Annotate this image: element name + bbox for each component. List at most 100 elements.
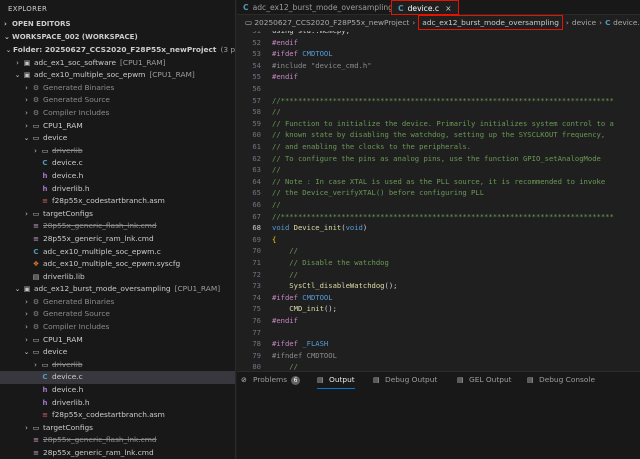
code-line[interactable]: 76 #endif [237, 315, 640, 327]
tree-item[interactable]: › ▭ CPU1_RAM [0, 120, 235, 133]
tree-item[interactable]: › ⚙ Generated Binaries [0, 296, 235, 309]
tree-item[interactable]: › ⚙ Compiler Includes [0, 321, 235, 334]
tree-item[interactable]: ≡ 28p55x_generic_flash_lnk.cmd [0, 220, 235, 233]
tab-gel-output[interactable]: ▤ GEL Output [457, 372, 512, 388]
code-editor[interactable]: 51using std::memcpy;52#endif53#ifdef CMD… [237, 31, 640, 371]
code-line[interactable]: 55 #endif [237, 71, 640, 83]
syscfg-file-icon: ❖ [32, 260, 40, 269]
c-file-icon: C [33, 247, 39, 256]
tree-item[interactable]: Cdevice.c [0, 371, 235, 385]
generated-folder-icon: ⚙ [32, 297, 40, 306]
chevron-down-icon: ⌄ [14, 71, 21, 80]
code-token: // Disable the watchdog [272, 258, 389, 267]
code-line[interactable]: 73 SysCtl_disableWatchdog(); [237, 280, 640, 292]
tree-item[interactable]: › ▭ driverlib [0, 359, 235, 372]
breadcrumb-item-highlighted[interactable]: adc_ex12_burst_mode_oversampling [418, 15, 563, 30]
code-line[interactable]: 77 [237, 327, 640, 339]
tree-item-label: device.h [52, 385, 84, 395]
tree-item[interactable]: ❖ adc_ex10_multiple_soc_epwm.syscfg [0, 258, 235, 271]
code-line[interactable]: 53 #ifdef CMDTOOL [237, 48, 640, 60]
chevron-right-icon: › [25, 310, 28, 319]
code-text: #include "device_cmd.h" [272, 60, 372, 72]
code-line[interactable]: 52 #endif [237, 37, 640, 49]
code-line[interactable]: 64 // Note : In case XTAL is used as the … [237, 176, 640, 188]
tree-item-label: driverlib.lib [43, 271, 85, 281]
tree-item-label: device.c [52, 158, 83, 168]
code-line[interactable]: 57 //************************************… [237, 95, 640, 107]
tab-problems[interactable]: ⊘ Problems 6 [241, 372, 301, 388]
tree-item[interactable]: ⌄ Folder: 20250627_CCS2020_F28P55x_newPro… [0, 44, 235, 57]
code-line[interactable]: 62 // To configure the pins as analog pin… [237, 153, 640, 165]
line-number: 60 [252, 130, 261, 140]
open-editors-section[interactable]: › OPEN EDITORS [0, 18, 235, 31]
tree-item[interactable]: ⌄ ▭ device [0, 346, 235, 359]
c-file-icon: C [42, 159, 48, 168]
tab-device-c[interactable]: Cdevice.c × [391, 0, 459, 15]
tab-debug-output[interactable]: ▤ Debug Output [373, 372, 437, 388]
tree-item[interactable]: ▤ driverlib.lib [0, 271, 235, 284]
chevron-right-icon: › [34, 146, 37, 155]
code-line[interactable]: 71 // Disable the watchdog [237, 257, 640, 269]
tree-item[interactable]: ≡ 28p55x_generic_ram_lnk.cmd [0, 447, 235, 459]
breadcrumb-item[interactable]: device.c [613, 18, 640, 27]
c-file-icon: C [605, 18, 614, 27]
code-line[interactable]: 60 // known state by disabling the watchd… [237, 129, 640, 141]
code-line[interactable]: 66 // [237, 199, 640, 211]
tree-item[interactable]: › ⚙ Generated Source [0, 94, 235, 107]
tree-item[interactable]: › ▭ targetConfigs [0, 422, 235, 435]
tree-item[interactable]: ≡ f28p55x_codestartbranch.asm [0, 409, 235, 422]
code-line[interactable]: 78 #ifdef _FLASH [237, 338, 640, 350]
code-line[interactable]: 58 // [237, 106, 640, 118]
code-line[interactable]: 59 // Function to initialize the device. … [237, 118, 640, 130]
breadcrumb-item[interactable]: device [572, 18, 596, 27]
tree-item[interactable]: h device.h [0, 170, 235, 183]
workspace-section[interactable]: ⌄ WORKSPACE_002 (WORKSPACE) [0, 31, 235, 44]
breadcrumb-item[interactable]: 20250627_CCS2020_F28P55x_newProject [254, 18, 409, 27]
code-line[interactable]: 72 // [237, 269, 640, 281]
code-line[interactable]: 70 // [237, 245, 640, 257]
tree-item[interactable]: ⌄ ▣ adc_ex10_multiple_soc_epwm [CPU1_RAM] [0, 69, 235, 82]
code-line[interactable]: 69 { [237, 234, 640, 246]
close-icon[interactable]: × [445, 4, 451, 13]
explorer-header: EXPLORER [8, 5, 48, 13]
tree-item[interactable]: › ▣ adc_ex1_soc_software [CPU1_RAM] [0, 57, 235, 70]
tree-item[interactable]: › ▭ driverlib [0, 145, 235, 158]
code-line[interactable]: 75 CMD_init(); [237, 303, 640, 315]
code-line[interactable]: 56 [237, 83, 640, 95]
tab-output[interactable]: ▤ Output [317, 372, 355, 389]
tab-adc-ex12[interactable]: Cadc_ex12_burst_mode_oversampling.c [237, 0, 400, 15]
tree-item[interactable]: › ▭ targetConfigs [0, 208, 235, 221]
tree-item[interactable]: ≡ 28p55x_generic_ram_lnk.cmd [0, 233, 235, 246]
tree-item[interactable]: Cadc_ex10_multiple_soc_epwm.c [0, 246, 235, 259]
tree-item[interactable]: h driverlib.h [0, 183, 235, 196]
tree-item[interactable]: ⌄ ▣ adc_ex12_burst_mode_oversampling [CPU1_… [0, 283, 235, 296]
code-line[interactable]: 54 #include "device_cmd.h" [237, 60, 640, 72]
folder-icon: ▭ [32, 134, 40, 143]
tree-item[interactable]: Cdevice.c [0, 157, 235, 170]
tree-item[interactable]: ≡ 28p55x_generic_flash_lnk.cmd [0, 434, 235, 447]
code-line[interactable]: 80 // [237, 361, 640, 371]
code-line[interactable]: 61 // and enabling the clocks to the peri… [237, 141, 640, 153]
tree-item[interactable]: › ⚙ Generated Binaries [0, 82, 235, 95]
chevron-right-icon: › [25, 423, 28, 432]
code-line[interactable]: 74 #ifdef CMDTOOL [237, 292, 640, 304]
tab-debug-console[interactable]: ▤ Debug Console [527, 372, 595, 388]
code-line[interactable]: 65 // the Device_verifyXTAL() before conf… [237, 187, 640, 199]
line-number: 68 [252, 223, 261, 233]
code-line[interactable]: 79 #ifndef CMDTOOL [237, 350, 640, 362]
tree-item[interactable]: › ⚙ Compiler Includes [0, 107, 235, 120]
code-text: #endif [272, 71, 298, 83]
code-token: // To configure the pins as analog pins,… [272, 153, 601, 163]
tree-item[interactable]: h driverlib.h [0, 397, 235, 410]
tree-item[interactable]: h device.h [0, 384, 235, 397]
code-token: // [272, 200, 281, 209]
tree-item[interactable]: ≡ f28p55x_codestartbranch.asm [0, 195, 235, 208]
problems-count-badge: 6 [291, 376, 301, 385]
tree-item[interactable]: ⌄ ▭ device [0, 132, 235, 145]
tree-item[interactable]: › ⚙ Generated Source [0, 308, 235, 321]
code-line[interactable]: 68 void Device_init(void) [237, 222, 640, 234]
explorer-sidebar: EXPLORER › OPEN EDITORS ⌄ WORKSPACE_002 (W… [0, 0, 236, 459]
code-line[interactable]: 63 // [237, 164, 640, 176]
tree-item[interactable]: › ▭ CPU1_RAM [0, 334, 235, 347]
code-line[interactable]: 67 //************************************… [237, 211, 640, 223]
